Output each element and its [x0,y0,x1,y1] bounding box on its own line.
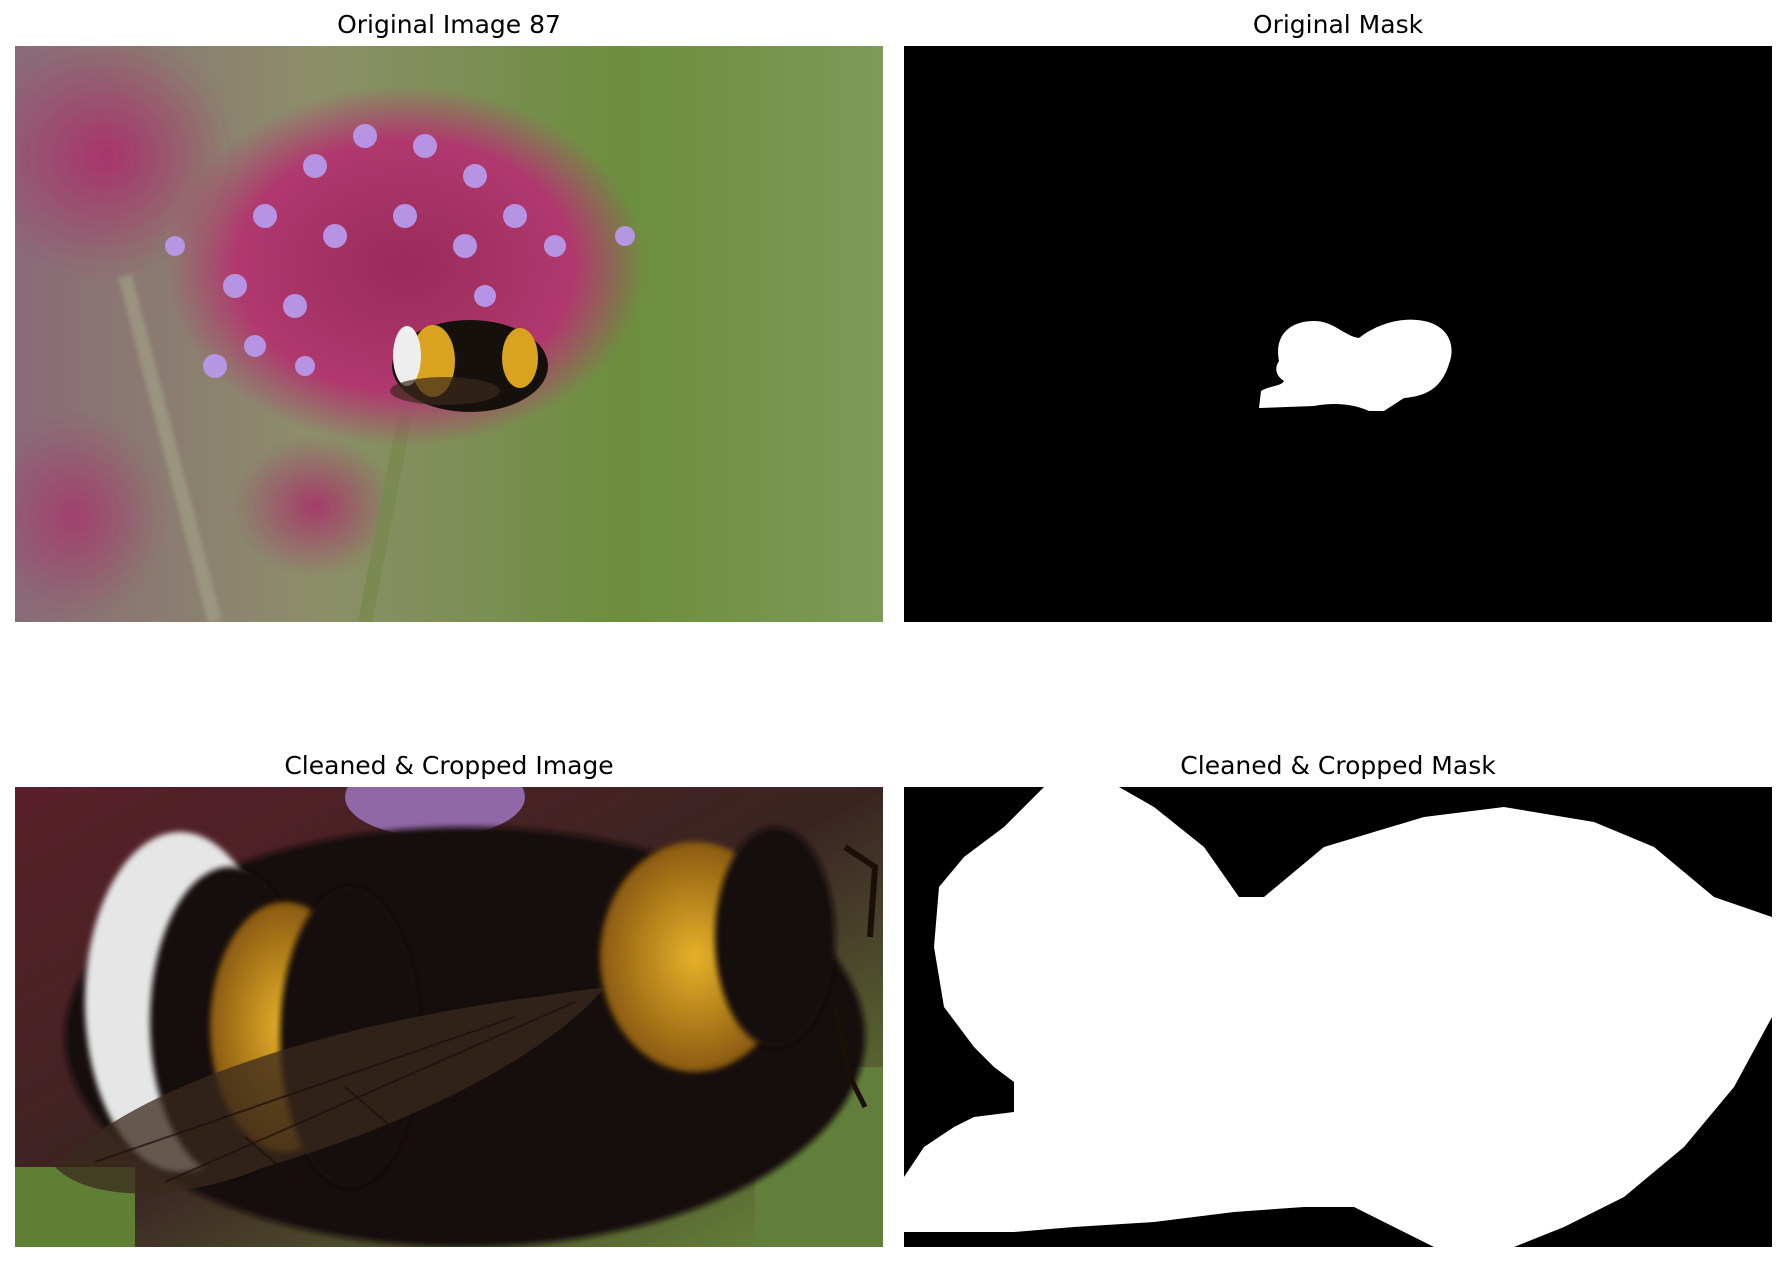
bee-shape [390,320,548,412]
cropped-mask-shape [904,787,1772,1247]
figure: Original Image 87 Original Mask Cleaned … [0,0,1785,1263]
bee-flower-photo [15,46,883,622]
panel-title-original-image: Original Image 87 [337,10,561,39]
cropped-image-panel [15,787,883,1247]
panel-title-cropped-mask: Cleaned & Cropped Mask [1180,751,1496,780]
panel-title-cropped-image: Cleaned & Cropped Image [284,751,614,780]
bee-closeup-photo [15,787,883,1247]
original-image-panel [15,46,883,622]
mask-shape [904,46,1772,622]
original-mask-panel [904,46,1772,622]
cropped-mask-panel [904,787,1772,1247]
panel-title-original-mask: Original Mask [1252,10,1424,39]
